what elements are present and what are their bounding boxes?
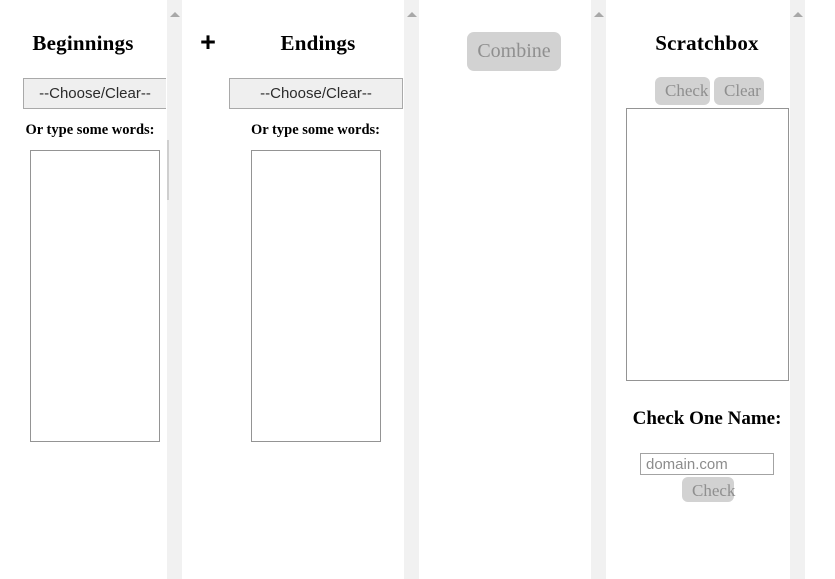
scrollbar-combine[interactable] bbox=[590, 0, 606, 579]
combine-panel: Combine bbox=[419, 0, 590, 579]
scrollbar-thumb[interactable] bbox=[167, 140, 169, 200]
scroll-up-arrow-icon[interactable] bbox=[593, 12, 604, 17]
endings-sublabel: Or type some words: bbox=[250, 122, 380, 138]
scrollbar-beginnings[interactable] bbox=[166, 0, 182, 579]
app-root: Beginnings --Choose/Clear-- Or type some… bbox=[0, 0, 835, 579]
domain-input[interactable] bbox=[640, 453, 774, 475]
domain-check-button[interactable]: Check bbox=[682, 477, 735, 502]
endings-title: Endings bbox=[280, 31, 356, 55]
beginnings-panel: Beginnings --Choose/Clear-- Or type some… bbox=[0, 0, 167, 579]
scratchbox-check-button[interactable]: Check bbox=[655, 77, 710, 105]
scratchbox-textarea[interactable] bbox=[626, 108, 789, 381]
beginnings-sublabel: Or type some words: bbox=[25, 122, 155, 138]
scrollbar-endings[interactable] bbox=[403, 0, 419, 579]
beginnings-textarea[interactable] bbox=[30, 150, 160, 442]
endings-textarea[interactable] bbox=[251, 150, 381, 442]
beginnings-title: Beginnings bbox=[32, 31, 134, 55]
scrollbar-scratchbox[interactable] bbox=[789, 0, 805, 579]
check-one-name-title: Check One Name: bbox=[632, 408, 782, 429]
endings-select[interactable]: --Choose/Clear-- bbox=[229, 78, 403, 109]
combine-button[interactable]: Combine bbox=[467, 32, 561, 71]
scroll-up-arrow-icon[interactable] bbox=[169, 12, 180, 17]
scratchbox-panel: Scratchbox Check Clear Check One Name: C… bbox=[606, 0, 789, 579]
beginnings-select[interactable]: --Choose/Clear-- bbox=[23, 78, 167, 109]
scratchbox-title: Scratchbox bbox=[655, 31, 759, 55]
scroll-up-arrow-icon[interactable] bbox=[406, 12, 417, 17]
scratchbox-clear-button[interactable]: Clear bbox=[714, 77, 764, 105]
scroll-up-arrow-icon[interactable] bbox=[792, 12, 803, 17]
endings-panel: Endings --Choose/Clear-- Or type some wo… bbox=[183, 0, 403, 579]
